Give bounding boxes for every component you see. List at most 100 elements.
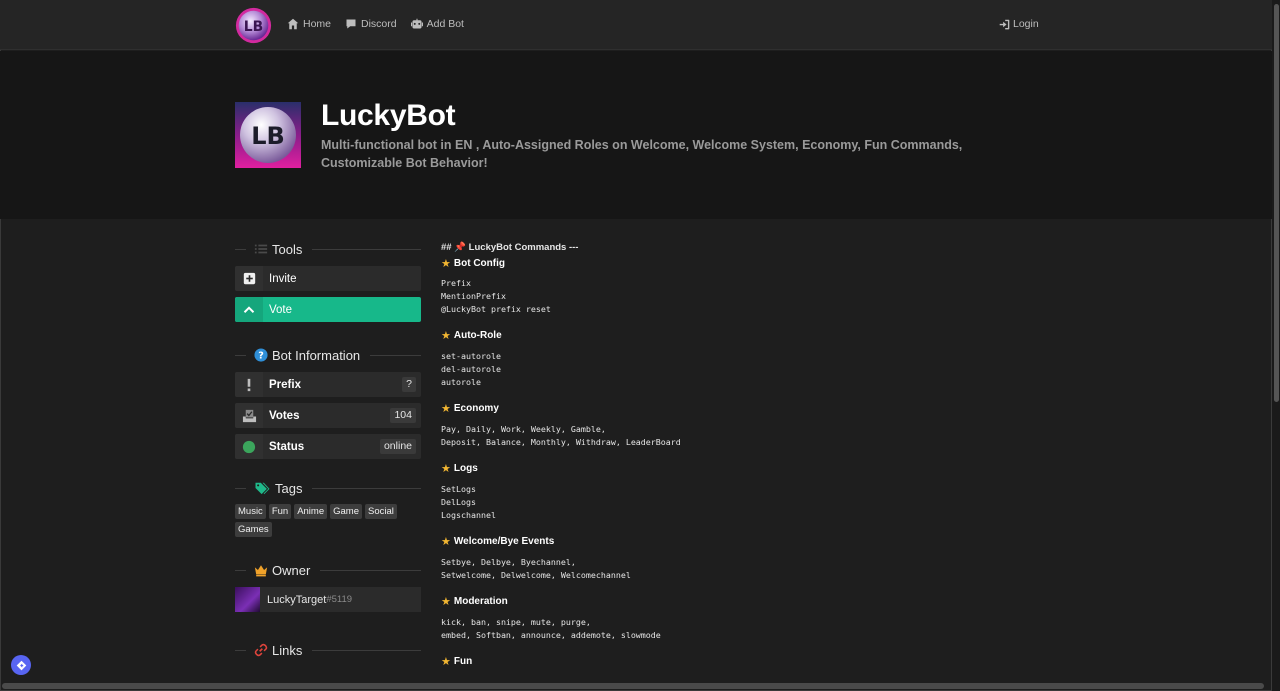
diamond-icon xyxy=(16,660,26,670)
commands-header: ## 📌 LuckyBot Commands --- xyxy=(441,242,579,253)
tags-icon xyxy=(255,482,270,495)
owner-heading: Owner xyxy=(235,559,421,581)
top-navbar: LB Home Discord Add Bot Login xyxy=(0,0,1272,50)
tag-item[interactable]: Music xyxy=(235,504,266,519)
invite-label: Invite xyxy=(269,272,297,285)
bot-header: LB LuckyBot Multi-functional bot in EN ,… xyxy=(0,51,1272,219)
section-title: Moderation xyxy=(453,595,508,607)
svg-text:?: ? xyxy=(258,351,264,362)
nav-discord[interactable]: Discord xyxy=(345,18,397,30)
star-icon: ★ xyxy=(441,595,451,608)
tools-heading-label: Tools xyxy=(272,241,303,257)
section-commands: kick, ban, snipe, mute, purge, embed, So… xyxy=(441,617,661,640)
command-section: ★ Bot Config Prefix MentionPrefix @LuckyB… xyxy=(441,256,1041,316)
question-circle-icon: ? xyxy=(254,348,268,362)
nav-links: Home Discord Add Bot xyxy=(287,18,464,30)
section-title: Logs xyxy=(453,462,478,474)
nav-add-bot[interactable]: Add Bot xyxy=(410,18,464,30)
star-icon: ★ xyxy=(441,535,451,548)
star-icon: ★ xyxy=(441,329,451,342)
home-icon xyxy=(287,18,299,30)
avatar-text: LB xyxy=(251,122,285,150)
chevron-up-icon xyxy=(243,305,255,313)
star-icon: ★ xyxy=(441,462,451,475)
prefix-label: Prefix xyxy=(269,378,301,391)
owner-discriminator: #5119 xyxy=(326,594,353,605)
vote-label: Vote xyxy=(269,303,293,316)
section-commands: set-autorole del-autorole autorole xyxy=(441,351,501,387)
owner-card[interactable]: LuckyTarget #5119 xyxy=(235,587,421,612)
bot-info-heading-label: Bot Information xyxy=(272,347,361,363)
brand-logo[interactable]: LB xyxy=(235,7,272,44)
section-title: Fun xyxy=(453,655,473,667)
command-section: ★ Auto-Role set-autorole del-autorole aut… xyxy=(441,328,1041,389)
section-title: Economy xyxy=(453,402,499,414)
tag-item[interactable]: Social xyxy=(365,504,397,519)
login-link[interactable]: Login xyxy=(999,18,1039,30)
tag-item[interactable]: Game xyxy=(330,504,362,519)
command-section: ★ Economy Pay, Daily, Work, Weekly, Gambl… xyxy=(441,401,1041,449)
crown-icon xyxy=(254,565,268,577)
star-icon: ★ xyxy=(441,655,451,668)
logo-text: LB xyxy=(244,19,263,35)
vertical-scroll-thumb[interactable] xyxy=(1274,4,1279,402)
section-title: Welcome/Bye Events xyxy=(453,535,555,547)
command-section: ★ Logs SetLogs DelLogs Logschannel xyxy=(441,461,1041,522)
bot-long-description: ## 📌 LuckyBot Commands --- ★ Bot Config P… xyxy=(441,242,1041,668)
status-label: Status xyxy=(269,440,305,453)
prefix-row: Prefix ? xyxy=(235,372,421,397)
tags-heading: Tags xyxy=(235,477,421,499)
command-section: ★ Fun xyxy=(441,654,1041,668)
links-heading: Links xyxy=(235,639,421,661)
tools-heading: Tools xyxy=(235,238,421,260)
section-commands: Prefix MentionPrefix @LuckyBot prefix re… xyxy=(441,278,551,314)
plus-square-icon xyxy=(243,272,255,285)
nav-home[interactable]: Home xyxy=(287,18,331,30)
nav-discord-label: Discord xyxy=(361,18,397,30)
link-icon xyxy=(254,643,268,657)
login-label: Login xyxy=(1013,18,1039,30)
section-commands: Setbye, Delbye, Byechannel, Setwelcome, … xyxy=(441,557,631,580)
owner-avatar xyxy=(235,587,260,612)
discord-icon xyxy=(346,19,356,29)
tag-item[interactable]: Fun xyxy=(268,504,292,519)
section-commands: SetLogs DelLogs Logschannel xyxy=(441,484,496,520)
prefix-value: ? xyxy=(402,377,416,392)
sign-in-icon xyxy=(999,19,1010,29)
nav-home-label: Home xyxy=(303,18,332,30)
owner-heading-label: Owner xyxy=(272,562,311,578)
robot-icon xyxy=(410,18,423,29)
tag-list: Music Fun Anime Game Social Games xyxy=(235,504,421,537)
section-title: Auto-Role xyxy=(453,329,502,341)
tags-heading-label: Tags xyxy=(275,480,303,496)
votes-row: Votes 104 xyxy=(235,403,421,428)
links-heading-label: Links xyxy=(272,642,303,658)
tag-item[interactable]: Games xyxy=(235,522,272,537)
invite-button[interactable]: Invite xyxy=(235,266,421,291)
bot-description: Multi-functional bot in EN , Auto-Assign… xyxy=(321,138,963,170)
status-row: Status online xyxy=(235,434,421,459)
command-section: ★ Welcome/Bye Events Setbye, Delbye, Byec… xyxy=(441,534,1041,582)
horizontal-scrollbar[interactable] xyxy=(2,683,1264,689)
bot-title: LuckyBot xyxy=(321,99,456,132)
owner-name: LuckyTarget xyxy=(267,593,327,606)
star-icon: ★ xyxy=(441,402,451,415)
command-section: ★ Moderation kick, ban, snipe, mute, purg… xyxy=(441,594,1041,642)
nav-add-bot-label: Add Bot xyxy=(426,18,464,30)
floating-action-button[interactable] xyxy=(11,655,31,675)
list-icon xyxy=(254,244,268,254)
sidebar: Tools Invite Vote ? Bot Information Pref… xyxy=(235,238,421,667)
vote-button[interactable]: Vote xyxy=(235,297,421,322)
section-commands: Pay, Daily, Work, Weekly, Gamble, Deposi… xyxy=(441,424,681,447)
exclamation-icon xyxy=(247,378,251,391)
votes-label: Votes xyxy=(269,409,300,422)
status-dot-icon xyxy=(242,440,256,453)
ballot-box-icon xyxy=(242,409,256,423)
tag-item[interactable]: Anime xyxy=(294,504,328,519)
status-value: online xyxy=(379,439,416,454)
votes-value: 104 xyxy=(390,408,416,423)
star-icon: ★ xyxy=(441,257,451,270)
bot-info-heading: ? Bot Information xyxy=(235,344,421,366)
section-title: Bot Config xyxy=(453,257,505,269)
bot-avatar: LB xyxy=(235,102,301,168)
